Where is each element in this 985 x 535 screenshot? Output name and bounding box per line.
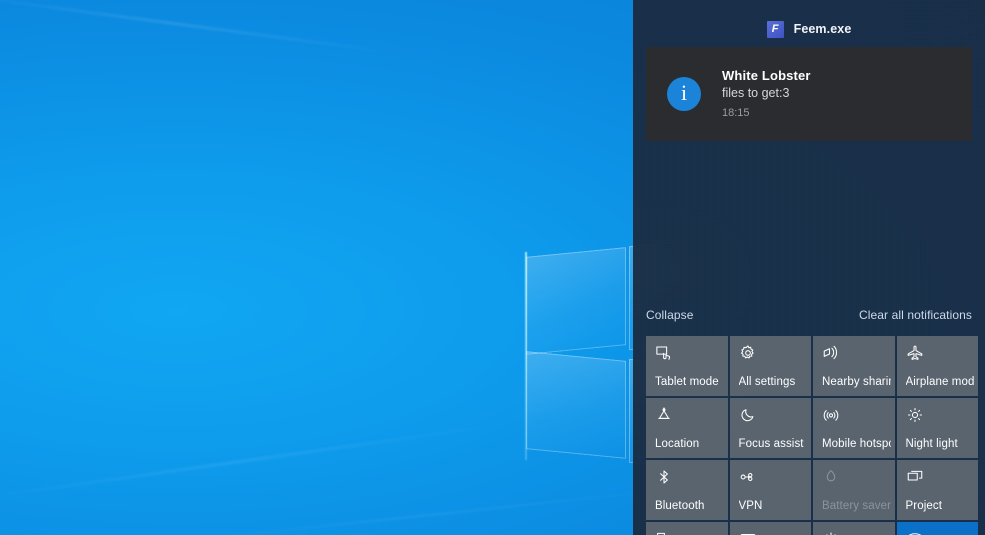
quick-action-tile[interactable]: VPN	[729, 460, 811, 520]
quick-action-label: Nearby sharing	[822, 376, 891, 388]
notification-icon-container: i	[646, 47, 722, 141]
keyboard-icon	[739, 530, 803, 535]
screen-snip-icon	[655, 530, 719, 535]
vpn-icon	[739, 468, 803, 490]
bluetooth-icon	[655, 468, 719, 490]
quick-action-label: Tablet mode	[655, 376, 719, 388]
quick-action-label: Location	[655, 438, 700, 450]
network-icon	[906, 530, 970, 535]
quick-action-tile[interactable]: All settings	[729, 336, 811, 396]
quick-actions-grid: Tablet mode All settings Nearby sharing Air…	[646, 336, 985, 535]
hotspot-icon	[822, 406, 886, 428]
quick-action-label: All settings	[738, 376, 796, 388]
notification-title: White Lobster	[722, 68, 811, 83]
quick-action-label: Bluetooth	[655, 500, 705, 512]
quick-action-label: VPN	[738, 500, 763, 512]
moon-icon	[739, 406, 803, 428]
night-light-icon	[906, 406, 970, 428]
info-icon: i	[667, 77, 701, 111]
quick-action-label: Night light	[905, 438, 958, 450]
clear-all-notifications-link[interactable]: Clear all notifications	[859, 308, 972, 322]
quick-action-tile[interactable]: Night light	[896, 398, 978, 458]
quick-action-label: Airplane mode	[905, 376, 975, 388]
quick-action-tile[interactable]: Battery saver	[813, 460, 895, 520]
quick-action-tile[interactable]	[646, 522, 728, 535]
gear-icon	[739, 344, 803, 366]
tablet-mode-icon	[655, 344, 719, 366]
screen: F Feem.exe i White Lobster files to get:…	[0, 0, 985, 535]
collapse-link[interactable]: Collapse	[646, 308, 694, 322]
battery-saver-icon	[822, 468, 886, 490]
location-icon	[655, 406, 719, 428]
quick-action-label: Battery saver	[822, 500, 891, 512]
quick-action-tile[interactable]: Project	[896, 460, 978, 520]
notification-timestamp: 18:15	[722, 106, 750, 119]
brightness-icon	[822, 530, 886, 535]
quick-action-tile[interactable]	[813, 522, 895, 535]
quick-action-label: Project	[905, 500, 942, 512]
action-center-links: Collapse Clear all notifications	[646, 306, 972, 324]
airplane-icon	[906, 344, 970, 366]
notification-app-group-header: F Feem.exe	[633, 16, 985, 42]
notification-app-name: Feem.exe	[793, 22, 852, 36]
windows-logo-pane	[526, 247, 626, 355]
quick-action-tile[interactable]: Location	[646, 398, 728, 458]
nearby-sharing-icon	[822, 344, 886, 366]
quick-action-tile[interactable]	[729, 522, 811, 535]
quick-action-tile[interactable]: Mobile hotspot	[813, 398, 895, 458]
feem-app-icon: F	[766, 20, 784, 38]
wallpaper-light-streak	[0, 425, 488, 501]
quick-action-tile[interactable]: Nearby sharing	[813, 336, 895, 396]
windows-logo-pane	[526, 351, 626, 459]
wallpaper-light-streak	[0, 0, 379, 52]
notification-message: files to get:3	[722, 86, 790, 101]
notification-item[interactable]: i White Lobster files to get:3 18:15	[646, 47, 972, 141]
notification-body: White Lobster files to get:3 18:15	[722, 47, 972, 120]
quick-action-tile[interactable]	[896, 522, 978, 535]
quick-action-label: Mobile hotspot	[822, 438, 891, 450]
quick-action-tile[interactable]: Tablet mode	[646, 336, 728, 396]
quick-action-tile[interactable]: Airplane mode	[896, 336, 978, 396]
quick-action-tile[interactable]: Bluetooth	[646, 460, 728, 520]
quick-action-label: Focus assist	[738, 438, 804, 450]
project-icon	[906, 468, 970, 490]
quick-action-tile[interactable]: Focus assist	[729, 398, 811, 458]
